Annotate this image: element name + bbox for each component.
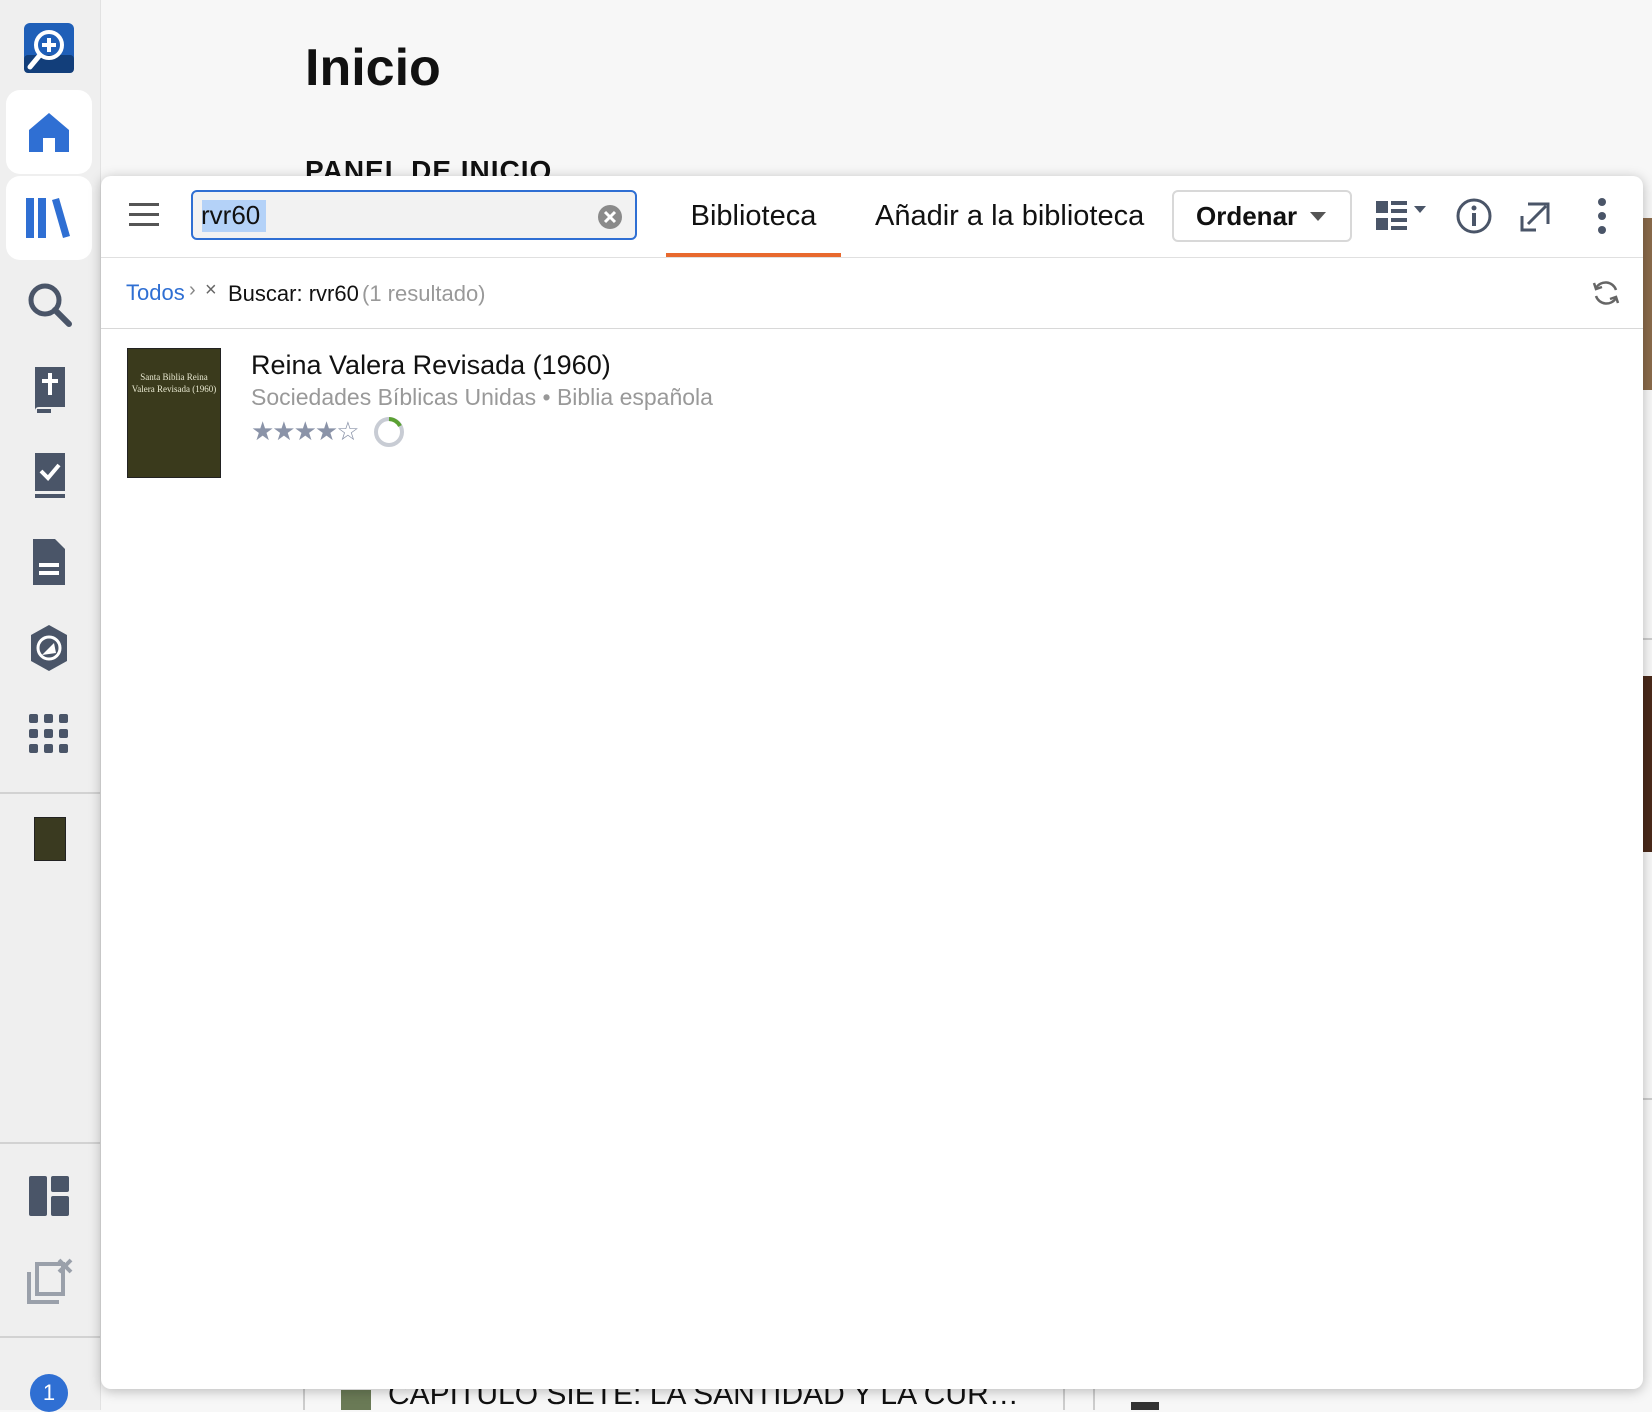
more-vertical-icon — [1598, 198, 1606, 234]
sidebar-divider — [0, 792, 100, 794]
layout-button[interactable] — [6, 1154, 92, 1238]
result-subtitle: Sociedades Bíblicas Unidas • Biblia espa… — [251, 384, 713, 410]
view-list-icon — [1376, 201, 1426, 230]
recent-book-thumbnail[interactable] — [34, 817, 66, 861]
result-count: (1 resultado) — [362, 281, 486, 306]
popout-button[interactable] — [1516, 196, 1556, 236]
sidebar-item-bible[interactable] — [6, 348, 92, 432]
more-options-button[interactable] — [1582, 196, 1622, 236]
result-title[interactable]: Reina Valera Revisada (1960) — [251, 350, 611, 381]
sidebar-item-home[interactable] — [6, 90, 92, 174]
breadcrumb-search-filter: Buscar: rvr60 — [228, 281, 359, 306]
close-panels-icon — [27, 1258, 73, 1304]
reading-plan-icon — [35, 453, 65, 498]
tab-add-to-library[interactable]: Añadir a la biblioteca — [861, 176, 1158, 257]
info-button[interactable] — [1454, 196, 1494, 236]
library-icon — [26, 198, 70, 238]
list-item[interactable]: Santa Biblia Reina Valera Revisada (1960… — [101, 336, 1643, 478]
home-icon — [29, 113, 69, 152]
library-toolbar: Biblioteca Añadir a la biblioteca Ordena… — [101, 176, 1643, 258]
sidebar-item-library[interactable] — [6, 176, 92, 260]
sidebar-item-reading-plan[interactable] — [6, 434, 92, 518]
guide-icon — [31, 625, 67, 671]
search-logo-icon — [24, 23, 74, 73]
book-cover[interactable]: Santa Biblia Reina Valera Revisada (1960… — [127, 348, 221, 478]
popout-icon — [1520, 202, 1550, 232]
sidebar: 1 — [0, 0, 101, 1412]
menu-button[interactable] — [127, 198, 161, 232]
refresh-button[interactable] — [1591, 278, 1621, 308]
library-search-box — [191, 190, 637, 240]
sidebar-item-search[interactable] — [6, 262, 92, 346]
search-icon — [28, 283, 72, 327]
breadcrumb-root-link[interactable]: Todos — [126, 280, 185, 306]
notification-badge[interactable]: 1 — [30, 1374, 68, 1412]
clear-icon — [598, 205, 622, 229]
apps-grid-icon — [29, 714, 68, 753]
bible-icon — [35, 367, 65, 413]
clear-search-button[interactable] — [597, 204, 623, 230]
sidebar-item-guides[interactable] — [6, 606, 92, 690]
sort-label: Ordenar — [1196, 200, 1298, 231]
sidebar-divider — [0, 1142, 100, 1144]
page-title: Inicio — [305, 39, 441, 97]
app-logo[interactable] — [6, 6, 92, 90]
sort-dropdown[interactable]: Ordenar — [1172, 190, 1352, 242]
chevron-right-icon: › — [189, 279, 196, 301]
sidebar-item-documents[interactable] — [6, 520, 92, 604]
library-search-input[interactable] — [201, 199, 591, 231]
sidebar-divider — [0, 1336, 100, 1338]
bg-thumbnail — [1131, 1402, 1159, 1410]
hamburger-icon — [129, 203, 159, 226]
tab-biblioteca[interactable]: Biblioteca — [666, 176, 841, 257]
star-rating[interactable]: ★★★★☆ — [251, 416, 360, 447]
refresh-icon — [1592, 281, 1620, 305]
remove-filter-button[interactable]: × — [205, 279, 217, 302]
view-mode-button[interactable] — [1373, 196, 1433, 236]
info-icon — [1456, 198, 1492, 234]
bg-thumbnail — [341, 1390, 371, 1410]
progress-ring-icon — [373, 416, 405, 448]
library-panel: Biblioteca Añadir a la biblioteca Ordena… — [101, 176, 1643, 1389]
close-panels-button[interactable] — [6, 1240, 92, 1324]
breadcrumb: Todos › × Buscar: rvr60 (1 resultado) — [101, 258, 1643, 329]
chevron-down-icon — [1310, 212, 1326, 221]
layout-icon — [29, 1176, 69, 1216]
document-icon — [33, 539, 65, 585]
sidebar-item-apps[interactable] — [6, 692, 92, 776]
